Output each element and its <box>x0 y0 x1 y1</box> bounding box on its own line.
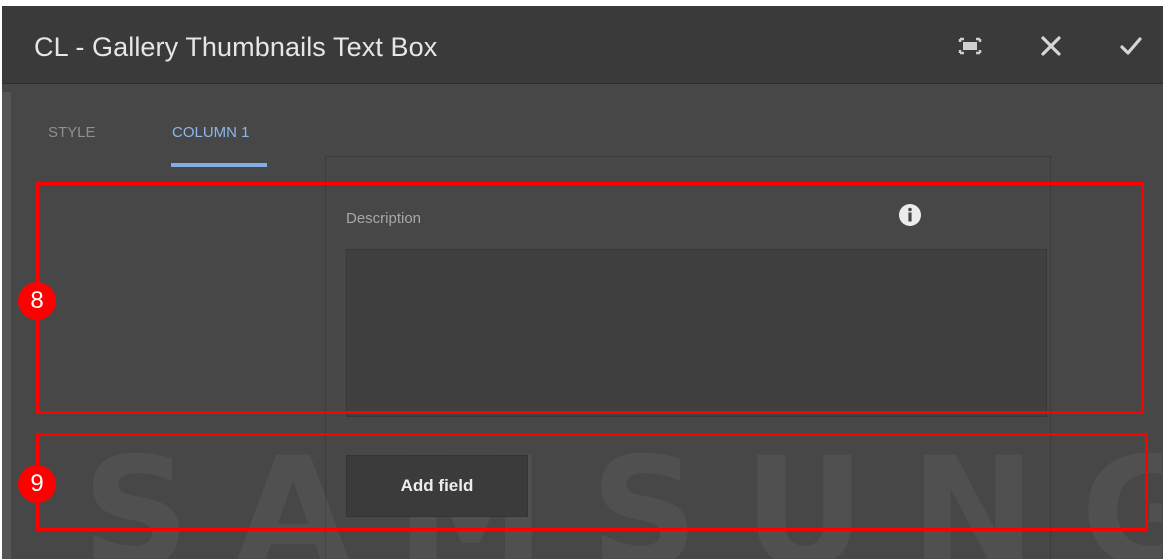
column-top-border <box>325 156 1052 157</box>
annotation-box-9 <box>36 433 1148 531</box>
annotation-badge-8: 8 <box>18 282 56 320</box>
tab-column-1[interactable]: COLUMN 1 <box>172 124 250 141</box>
tab-bar: STYLE COLUMN 1 <box>2 84 1163 174</box>
active-tab-indicator <box>171 163 267 167</box>
dialog-header: CL - Gallery Thumbnails Text Box <box>2 6 1163 84</box>
checkmark-icon[interactable] <box>1119 34 1143 58</box>
fullscreen-icon[interactable] <box>958 34 982 58</box>
annotation-badge-9: 9 <box>18 465 56 503</box>
left-scroll-strip <box>2 92 11 559</box>
tab-style[interactable]: STYLE <box>48 124 96 141</box>
annotation-box-8 <box>36 182 1144 414</box>
dialog-title: CL - Gallery Thumbnails Text Box <box>34 32 438 62</box>
close-icon[interactable] <box>1039 34 1063 58</box>
